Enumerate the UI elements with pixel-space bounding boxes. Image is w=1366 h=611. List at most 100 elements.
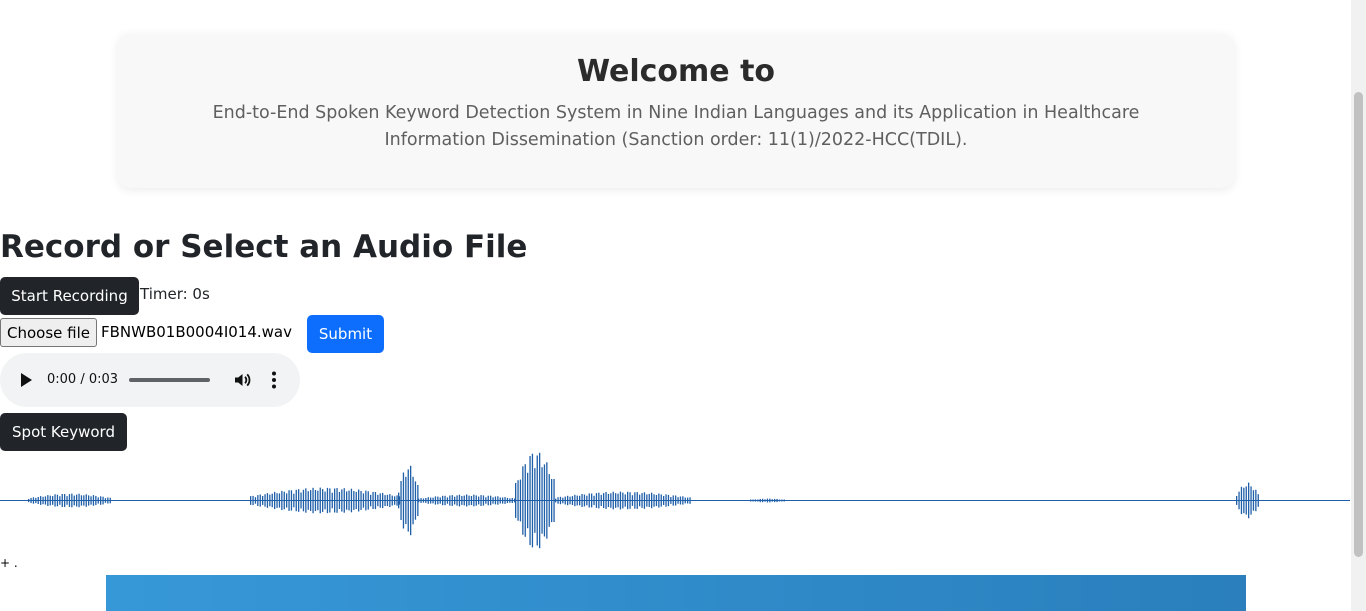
waveform-bar	[269, 494, 271, 507]
play-icon[interactable]	[21, 373, 32, 387]
scrollbar-thumb[interactable]	[1354, 92, 1363, 557]
waveform-bar	[627, 491, 629, 510]
more-options-icon[interactable]	[268, 370, 280, 390]
waveform-bar	[536, 455, 538, 546]
waveform-bar	[430, 497, 432, 504]
choose-file-button[interactable]: Choose file	[0, 318, 97, 347]
waveform-bar	[473, 494, 475, 507]
waveform-bar	[762, 498, 764, 503]
audio-seek-bar[interactable]	[129, 378, 210, 382]
audio-waveform	[0, 452, 1350, 549]
waveform-bar	[771, 499, 773, 502]
waveform-bar	[449, 495, 451, 506]
waveform-bar	[259, 494, 261, 507]
waveform-bar	[497, 496, 499, 505]
submit-button[interactable]: Submit	[307, 315, 384, 353]
waveform-bar	[365, 490, 367, 511]
waveform-bar	[629, 492, 631, 509]
waveform-bar	[750, 499, 752, 502]
waveform-bar	[677, 497, 679, 504]
waveform-bar	[557, 497, 559, 504]
waveform-bar	[527, 472, 529, 529]
waveform-bar	[329, 488, 331, 513]
waveform-bar	[412, 476, 414, 525]
project-description: End-to-End Spoken Keyword Detection Syst…	[212, 103, 1140, 150]
waveform-bar	[391, 495, 393, 506]
waveform-bar	[480, 495, 482, 506]
waveform-bar	[759, 498, 761, 503]
waveform-bar	[382, 492, 384, 509]
waveform-bar	[95, 495, 97, 506]
waveform-bar	[314, 490, 317, 511]
waveform-bar	[783, 499, 785, 502]
waveform-bar	[646, 494, 648, 507]
waveform-bar	[567, 495, 569, 506]
waveform-bar	[350, 488, 353, 513]
waveform-bar	[574, 494, 576, 507]
waveform-bar	[107, 497, 109, 504]
waveform-bar	[598, 492, 600, 509]
waveform-bar	[92, 495, 95, 506]
waveform-bar	[579, 495, 581, 506]
waveform-bar	[451, 495, 453, 506]
page-scrollbar[interactable]	[1351, 0, 1366, 611]
waveform-bar	[689, 497, 691, 504]
waveform-bar	[583, 494, 586, 507]
waveform-bar	[475, 495, 477, 506]
waveform-bar	[346, 491, 348, 510]
waveform-bar	[622, 492, 624, 509]
waveform-bar	[454, 496, 456, 505]
waveform-bar	[1236, 496, 1238, 505]
waveform-bar	[1257, 494, 1259, 507]
section-title: Record or Select an Audio File	[0, 229, 528, 265]
waveform-bar	[1252, 490, 1255, 511]
waveform-bar	[667, 494, 670, 507]
volume-icon[interactable]	[233, 371, 251, 389]
waveform-bar	[509, 498, 511, 503]
waveform-bar	[90, 496, 92, 505]
waveform-bar	[362, 493, 365, 508]
waveform-bar	[641, 493, 643, 508]
waveform-bar	[675, 495, 677, 506]
waveform-bar	[615, 493, 617, 508]
waveform-bar	[326, 487, 329, 514]
waveform-bar	[529, 456, 531, 546]
waveform-bar	[402, 472, 405, 529]
waveform-bar	[410, 465, 412, 536]
waveform-bar	[40, 496, 42, 505]
start-recording-button[interactable]: Start Recording	[0, 277, 139, 315]
waveform-bar	[531, 453, 534, 548]
waveform-bar	[781, 499, 783, 502]
waveform-bar	[283, 491, 285, 510]
waveform-bar	[302, 489, 305, 512]
spot-keyword-button[interactable]: Spot Keyword	[0, 413, 127, 451]
waveform-bar	[305, 488, 307, 513]
welcome-card: Welcome to End-to-End Spoken Keyword Det…	[118, 34, 1234, 188]
waveform-bar	[515, 483, 517, 518]
waveform-bar	[88, 495, 90, 506]
waveform-bar	[331, 492, 333, 509]
waveform-bar	[324, 491, 326, 510]
waveform-bar	[612, 491, 614, 510]
waveform-bar	[276, 493, 278, 508]
waveform-bar	[600, 494, 602, 506]
waveform-bar	[757, 499, 759, 502]
waveform-bar	[266, 493, 269, 508]
waveform-bar	[619, 491, 622, 510]
waveform-bar	[257, 495, 259, 506]
waveform-bar	[432, 497, 434, 504]
waveform-bar	[418, 498, 420, 503]
waveform-bar	[76, 494, 78, 507]
waveform-bar	[348, 490, 350, 511]
waveform-bar	[603, 493, 605, 508]
waveform-bar	[341, 489, 343, 512]
waveform-bar	[555, 498, 557, 503]
audio-time: 0:00 / 0:03	[47, 372, 119, 387]
waveform-bar	[456, 495, 458, 506]
waveform-bar	[605, 492, 607, 509]
waveform-bar	[553, 479, 555, 522]
waveform-bar	[444, 495, 446, 506]
waveform-bar	[250, 496, 252, 505]
waveform-bar	[470, 496, 473, 505]
waveform-bar	[524, 464, 526, 537]
